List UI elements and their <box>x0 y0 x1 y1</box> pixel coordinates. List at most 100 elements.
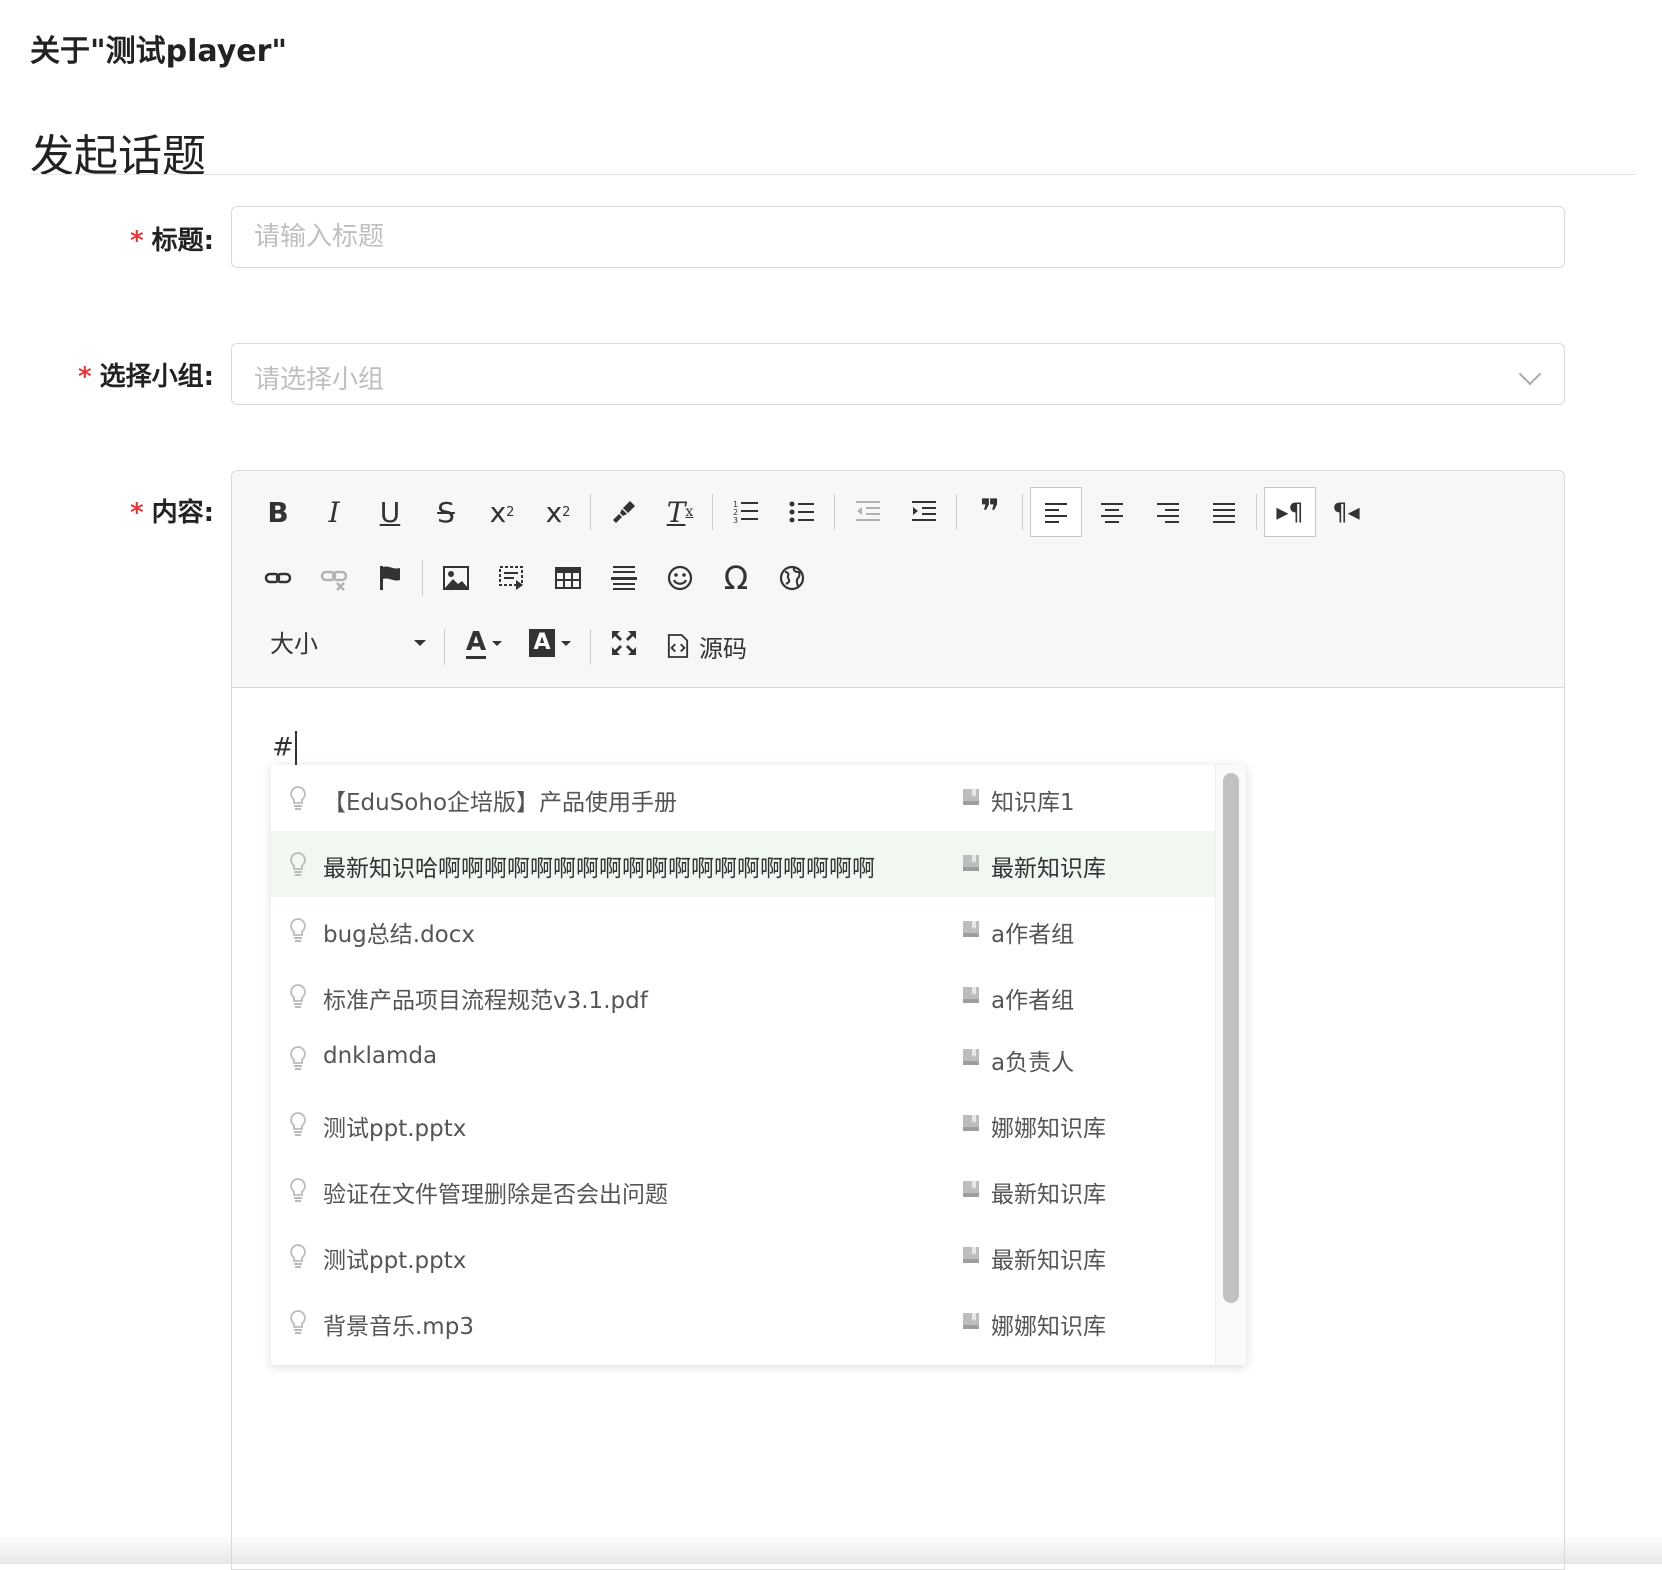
superscript-mark: 2 <box>562 504 571 520</box>
toolbar-separator <box>834 494 835 530</box>
bg-color-glyph: A <box>529 629 555 657</box>
suggestion-item[interactable]: 最新知识哈啊啊啊啊啊啊啊啊啊啊啊啊啊啊啊啊啊啊啊 最新知识库 <box>271 831 1215 897</box>
table-icon[interactable] <box>542 553 594 603</box>
title-field[interactable] <box>231 206 1565 268</box>
suggestion-title: 验证在文件管理删除是否会出问题 <box>323 1182 668 1208</box>
suggestion-title: dnklamda <box>323 1043 438 1069</box>
suggestion-item[interactable]: bug总结.docx a作者组 <box>271 897 1215 963</box>
content-label: * 内容: <box>129 498 214 528</box>
toolbar-separator <box>956 494 957 530</box>
suggestion-item[interactable]: 测试ppt.pptx 娜娜知识库 <box>271 1091 1215 1157</box>
lightbulb-icon <box>289 917 307 947</box>
emoji-icon[interactable] <box>654 553 706 603</box>
ltr-button[interactable]: ▸¶ <box>1264 487 1316 537</box>
bold-button[interactable]: B <box>252 487 304 537</box>
font-size-select[interactable]: 大小 <box>270 624 430 664</box>
blockquote-button[interactable]: ❞ <box>964 487 1016 537</box>
suggestion-title: 标准产品项目流程规范v3.1.pdf <box>323 988 648 1014</box>
lightbulb-icon <box>289 1309 307 1339</box>
bg-color-button[interactable]: A <box>520 618 580 668</box>
strikethrough-button[interactable]: S <box>420 487 472 537</box>
subscript-mark: 2 <box>506 504 515 520</box>
caret-down-icon <box>492 640 503 646</box>
title-label: * 标题: <box>129 226 214 256</box>
ordered-list-icon[interactable]: 123 <box>720 487 772 537</box>
editor-text: # <box>272 732 294 763</box>
suggestion-knowledge-base: a作者组 <box>991 922 1075 948</box>
align-justify-icon[interactable] <box>1198 487 1250 537</box>
suggestion-title: 【EduSoho企培版】产品使用手册 <box>323 790 678 816</box>
suggestion-title: 测试ppt.pptx <box>323 1248 467 1274</box>
maximize-icon[interactable] <box>598 618 650 668</box>
editor-toolbar: B I U S x2 x2 Tx 123 ❞ ▸¶ ¶◂ Ω 大小 A A 源码 <box>232 471 1564 688</box>
suggestion-item[interactable]: 标准产品项目流程规范v3.1.pdf a作者组 <box>271 963 1215 1029</box>
font-color-button[interactable]: A <box>454 618 514 668</box>
required-mark: * <box>129 498 144 528</box>
superscript-button[interactable]: x2 <box>532 487 584 537</box>
scrollbar-thumb[interactable] <box>1223 773 1239 1303</box>
title-input[interactable] <box>232 207 1564 267</box>
suggestion-item[interactable]: 验证在文件管理删除是否会出问题 最新知识库 <box>271 1157 1215 1223</box>
title-divider <box>30 174 1636 175</box>
book-icon <box>961 787 981 811</box>
source-button[interactable]: 源码 <box>667 624 747 668</box>
subscript-button[interactable]: x2 <box>476 487 528 537</box>
suggestion-knowledge-base: a负责人 <box>991 1050 1075 1076</box>
format-painter-icon[interactable] <box>598 487 650 537</box>
lightbulb-icon <box>289 1243 307 1273</box>
suggestion-knowledge-base: 娜娜知识库 <box>991 1116 1106 1142</box>
suggestion-title: 背景音乐.mp3 <box>323 1314 474 1340</box>
globe-icon[interactable] <box>766 553 818 603</box>
horizontal-rule-icon[interactable] <box>598 553 650 603</box>
special-char-button[interactable]: Ω <box>710 553 762 603</box>
suggestion-item[interactable]: 【EduSoho企培版】产品使用手册 知识库1 <box>271 765 1215 831</box>
book-icon <box>961 1179 981 1203</box>
book-icon <box>961 1113 981 1137</box>
book-icon <box>961 853 981 877</box>
mention-suggestion-dropdown: 【EduSoho企培版】产品使用手册 知识库1 最新知识哈啊啊啊啊啊啊啊啊啊啊啊啊啊… <box>271 765 1246 1365</box>
source-label: 源码 <box>699 634 747 663</box>
outdent-icon[interactable] <box>842 487 894 537</box>
link-icon[interactable] <box>252 553 304 603</box>
align-right-icon[interactable] <box>1142 487 1194 537</box>
toolbar-separator <box>422 560 423 596</box>
suggestion-item[interactable]: dnklamda a负责人 <box>271 1025 1215 1091</box>
underline-button[interactable]: U <box>364 487 416 537</box>
align-center-icon[interactable] <box>1086 487 1138 537</box>
book-icon <box>961 1245 981 1269</box>
source-icon <box>667 634 689 658</box>
group-select-placeholder: 请选择小组 <box>254 365 385 395</box>
svg-text:3: 3 <box>733 516 738 525</box>
chevron-down-icon <box>1518 362 1542 386</box>
superscript-glyph: x <box>545 495 563 529</box>
suggestion-knowledge-base: a作者组 <box>991 988 1075 1014</box>
suggestion-item[interactable]: 测试ppt.pptx 最新知识库 <box>271 1223 1215 1289</box>
book-icon <box>961 1311 981 1335</box>
image-icon[interactable] <box>430 553 482 603</box>
rtl-button[interactable]: ¶◂ <box>1320 487 1372 537</box>
suggestion-title: 最新知识哈啊啊啊啊啊啊啊啊啊啊啊啊啊啊啊啊啊啊啊 <box>323 856 875 882</box>
toolbar-separator <box>1256 494 1257 530</box>
group-select[interactable]: 请选择小组 <box>231 343 1565 405</box>
italic-button[interactable]: I <box>308 487 360 537</box>
media-icon[interactable] <box>486 553 538 603</box>
anchor-flag-icon[interactable] <box>364 553 416 603</box>
scrollbar[interactable] <box>1215 765 1246 1365</box>
text-cursor <box>294 731 297 765</box>
editor-content[interactable]: # <box>272 731 297 765</box>
suggestion-knowledge-base: 知识库1 <box>991 790 1075 816</box>
bottom-shadow <box>0 1534 1662 1564</box>
align-left-icon[interactable] <box>1030 487 1082 537</box>
unlink-icon[interactable] <box>308 553 360 603</box>
remove-format-button[interactable]: Tx <box>654 487 706 537</box>
group-label: * 选择小组: <box>77 362 214 392</box>
bullet-list-icon[interactable] <box>776 487 828 537</box>
caret-down-icon <box>414 640 426 646</box>
font-color-glyph: A <box>465 626 487 659</box>
remove-format-glyph: T <box>666 495 686 529</box>
remove-format-mark: x <box>685 504 694 520</box>
lightbulb-icon <box>289 1045 307 1075</box>
suggestion-knowledge-base: 最新知识库 <box>991 1248 1106 1274</box>
indent-icon[interactable] <box>898 487 950 537</box>
suggestion-item[interactable]: 背景音乐.mp3 娜娜知识库 <box>271 1289 1215 1355</box>
